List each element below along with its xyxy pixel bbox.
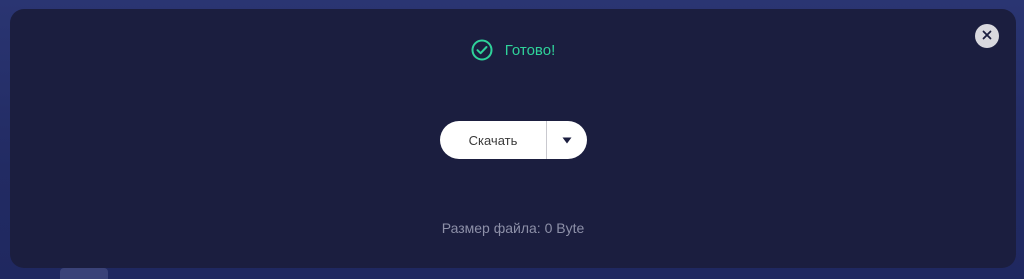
download-button[interactable]: Скачать: [440, 121, 546, 159]
check-circle-icon: [471, 39, 493, 61]
status-text: Готово!: [504, 41, 556, 59]
download-split-button: Скачать: [440, 121, 587, 159]
download-result-panel: Готово! Скачать Размер файла: 0 Byte: [10, 9, 1016, 268]
download-options-button[interactable]: [547, 121, 587, 159]
file-size-text: Размер файла: 0 Byte: [441, 220, 585, 236]
caret-down-icon: [562, 131, 572, 149]
status-message: Готово!: [10, 39, 1016, 61]
download-button-label: Скачать: [468, 132, 518, 148]
background-tab: [60, 268, 108, 279]
